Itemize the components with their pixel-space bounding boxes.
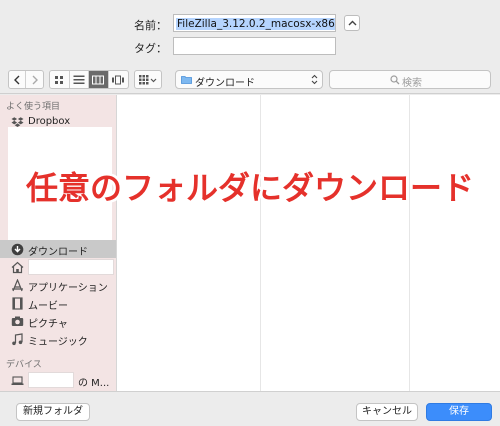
movie-icon: [12, 297, 23, 310]
search-placeholder: 検索: [402, 78, 422, 89]
sidebar-item-home[interactable]: [0, 258, 116, 276]
chevron-left-icon: [14, 75, 20, 84]
home-icon: [11, 261, 24, 274]
music-icon: [12, 333, 23, 346]
column-browser[interactable]: [116, 95, 500, 391]
cover-flow-icon: [112, 75, 125, 84]
sidebar-item-label: ミュージック: [28, 337, 88, 348]
sidebar-item-label: ムービー: [28, 301, 68, 312]
sidebar-item-label: アプリケーション: [28, 283, 108, 294]
download-icon: [11, 243, 24, 256]
new-folder-button[interactable]: 新規フォルダ: [16, 403, 90, 421]
tags-field[interactable]: [173, 37, 336, 55]
filename-field[interactable]: FileZilla_3.12.0.2_macosx-x86.app.ta: [173, 14, 336, 32]
location-popup[interactable]: ダウンロード: [175, 70, 323, 89]
name-row: 名前： FileZilla_3.12.0.2_macosx-x86.app.ta: [0, 14, 500, 34]
sidebar-item-label: ダウンロード: [28, 247, 88, 258]
sidebar-item-label: ピクチャ: [28, 319, 68, 330]
sidebar-item-downloads[interactable]: ダウンロード: [0, 240, 116, 258]
column-divider[interactable]: [260, 95, 261, 391]
bottom-bar: 新規フォルダ キャンセル 保存: [0, 391, 500, 426]
list-view-icon: [73, 75, 85, 84]
applications-icon: [12, 279, 23, 292]
sidebar-item-label: の M...: [78, 378, 110, 389]
icon-view-button[interactable]: [50, 71, 70, 88]
cancel-button[interactable]: キャンセル: [356, 403, 418, 421]
location-label: ダウンロード: [195, 78, 255, 89]
folder-icon: [181, 76, 192, 84]
sidebar: よく使う項目 Dropbox ダウンロード アプリケーション ムービー ピクチャ…: [0, 95, 116, 391]
arrange-button[interactable]: [134, 70, 162, 89]
camera-icon: [11, 316, 24, 326]
chevron-up-icon: [348, 20, 357, 26]
overlay-caption: 任意のフォルダにダウンロード: [25, 169, 474, 207]
view-mode-control: [49, 70, 129, 89]
arrange-grid-icon: [139, 74, 157, 84]
devices-header: デバイス: [6, 360, 42, 370]
icon-view-icon: [55, 75, 64, 84]
sidebar-item-applications[interactable]: アプリケーション: [0, 276, 116, 294]
sidebar-item-music[interactable]: ミュージック: [0, 330, 116, 348]
name-label: 名前：: [134, 19, 167, 32]
column-view-button[interactable]: [89, 71, 109, 88]
sidebar-item-label: Dropbox: [28, 116, 71, 127]
up-down-chevron-icon: [311, 74, 318, 85]
cover-flow-view-button[interactable]: [109, 71, 128, 88]
search-field[interactable]: 検索: [329, 70, 491, 89]
favorites-header: よく使う項目: [6, 102, 61, 112]
save-name-area: 名前： FileZilla_3.12.0.2_macosx-x86.app.ta…: [0, 0, 500, 64]
search-icon: [390, 75, 400, 85]
sidebar-item-computer[interactable]: の M...: [0, 371, 116, 389]
list-view-button[interactable]: [70, 71, 89, 88]
redacted-computer-name: [28, 372, 74, 388]
browser-toolbar: ダウンロード 検索: [0, 64, 500, 94]
laptop-icon: [11, 376, 24, 385]
expand-panel-button[interactable]: [344, 15, 360, 31]
back-forward-control: [8, 70, 44, 89]
sidebar-item-movies[interactable]: ムービー: [0, 294, 116, 312]
save-button[interactable]: 保存: [426, 403, 492, 421]
column-view-icon: [92, 75, 105, 84]
column-divider[interactable]: [409, 95, 410, 391]
tags-row: タグ：: [0, 37, 500, 57]
back-button[interactable]: [9, 71, 27, 88]
redacted-home-label: [28, 259, 114, 275]
chevron-right-icon: [32, 75, 38, 84]
tags-label: タグ：: [134, 42, 167, 55]
forward-button[interactable]: [26, 71, 43, 88]
filename-value[interactable]: FileZilla_3.12.0.2_macosx-x86.app.ta: [176, 18, 335, 30]
sidebar-item-pictures[interactable]: ピクチャ: [0, 312, 116, 330]
